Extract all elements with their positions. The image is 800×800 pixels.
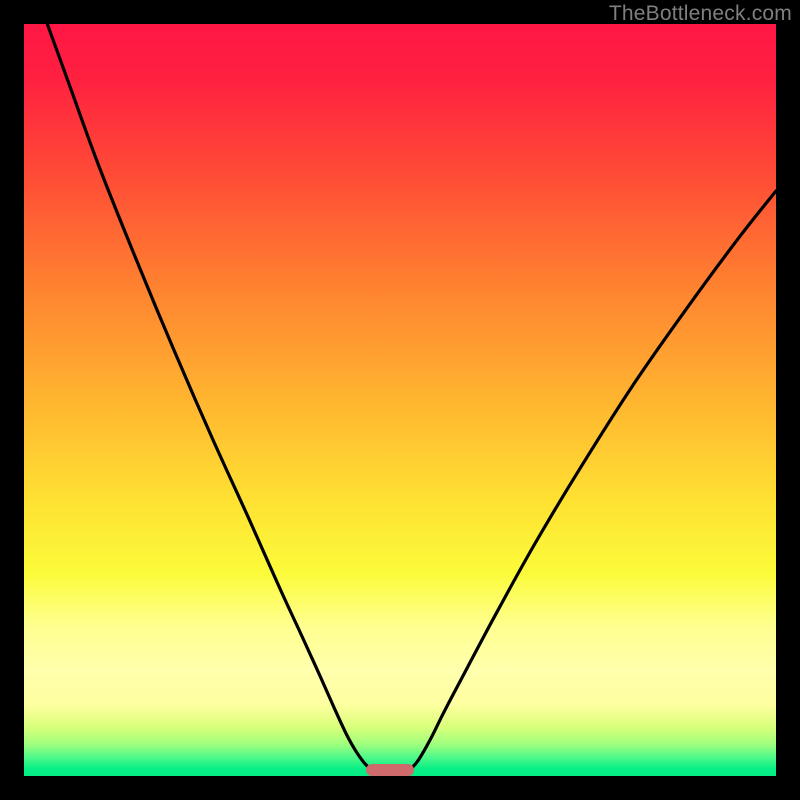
bottleneck-marker [366,764,414,776]
curves-layer [24,24,776,776]
left-curve [47,24,370,768]
watermark-text: TheBottleneck.com [609,2,792,26]
chart-frame: TheBottleneck.com [0,0,800,800]
plot-area [24,24,776,776]
right-curve [411,191,776,769]
